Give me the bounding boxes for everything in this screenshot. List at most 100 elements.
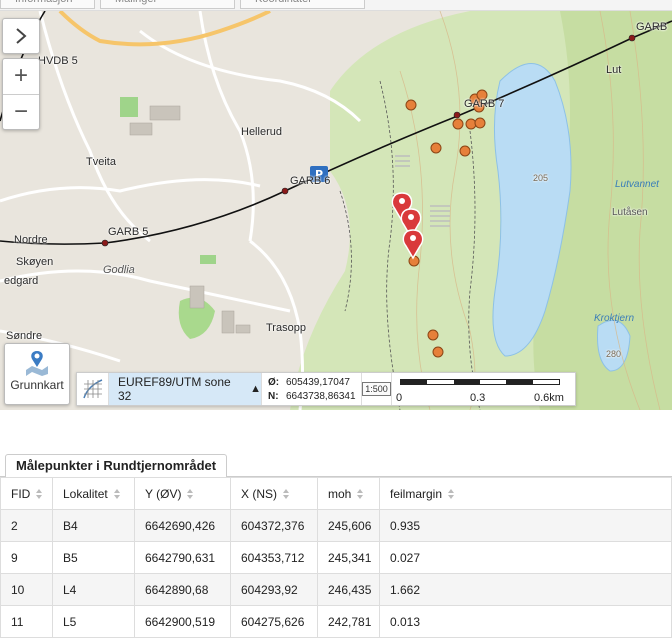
map-label-godlia: Godlia: [103, 264, 135, 276]
column-header-feilmargin[interactable]: feilmargin: [379, 477, 672, 510]
cell-fid: 10: [0, 573, 53, 606]
sort-icon: [187, 489, 194, 500]
dropdown-arrow-icon: ▲: [250, 383, 261, 395]
map-label-lutvannet: Lutvannet: [615, 179, 659, 190]
coordinate-readout: Ø: 605439,17047 N: 6643738,86341: [261, 373, 361, 405]
map-label-height-205: 205: [533, 173, 549, 183]
table-row[interactable]: 2 B4 6642690,426 604372,376 245,606 0.93…: [0, 509, 672, 542]
scale-tick: 0.3: [470, 392, 486, 404]
cell-fid: 9: [0, 541, 53, 574]
cell-lokalitet: B5: [52, 541, 135, 574]
cell-y: 6642690,426: [134, 509, 231, 542]
column-header-moh[interactable]: moh: [317, 477, 380, 510]
coord-north-value: 6643738,86341: [286, 391, 356, 402]
scale-tick: 0: [396, 392, 403, 404]
measurement-points-layer[interactable]: P: [0, 11, 672, 410]
scale-bar: 0 0.3 0.6km: [391, 373, 575, 405]
column-header-y[interactable]: Y (ØV): [134, 477, 231, 510]
map-label-tveita: Tveita: [86, 156, 116, 168]
map-label-hvdb5: HVDB 5: [38, 55, 78, 67]
sort-icon: [283, 489, 289, 500]
map-label-garb5: GARB 5: [108, 226, 149, 238]
tab-malepunkter[interactable]: Målepunkter i Rundtjernområdet: [5, 454, 228, 478]
sort-icon: [36, 489, 43, 500]
sort-icon: [448, 489, 455, 500]
cell-feilmargin: 0.935: [379, 509, 672, 542]
zoom-out-button[interactable]: −: [3, 93, 39, 130]
map-label-garb7: GARB 7: [464, 98, 505, 110]
map-label-sondre: Søndre: [6, 330, 43, 342]
map-label-garb6: GARB 6: [290, 175, 331, 187]
table-row[interactable]: 11 L5 6642900,519 604275,626 242,781 0.0…: [0, 605, 672, 638]
table-row[interactable]: 10 L4 6642890,68 604293,92 246,435 1.662: [0, 573, 672, 606]
coord-east-label: Ø:: [268, 377, 280, 388]
selected-pin-icon: [402, 229, 424, 260]
cell-moh: 242,781: [317, 605, 380, 638]
cell-y: 6642900,519: [134, 605, 231, 638]
scale-ratio-icon: 1:500: [362, 382, 391, 396]
cell-y: 6642890,68: [134, 573, 231, 606]
cell-lokalitet: B4: [52, 509, 135, 542]
cell-fid: 11: [0, 605, 53, 638]
crs-dropdown[interactable]: EUREF89/UTM sone 32 ▲: [109, 373, 261, 405]
measurement-point: [405, 99, 417, 111]
basemap-button[interactable]: Grunnkart: [4, 343, 70, 405]
measurement-point: [452, 118, 464, 130]
map-label-skoyen: Skøyen: [16, 256, 54, 268]
crs-value: EUREF89/UTM sone 32: [118, 375, 231, 403]
cell-feilmargin: 0.013: [379, 605, 672, 638]
map-label-trasopp: Trasopp: [266, 322, 306, 334]
top-tab-strip: Informasjon Målinger Koordinater: [0, 0, 672, 11]
tab-malinger[interactable]: Målinger: [100, 0, 235, 9]
cell-feilmargin: 1.662: [379, 573, 672, 606]
map-label-hellerud: Hellerud: [241, 126, 282, 138]
map-label-edgard: edgard: [4, 275, 39, 287]
cell-moh: 246,435: [317, 573, 380, 606]
cell-x: 604293,92: [230, 573, 318, 606]
table-header-row: FID Lokalitet Y (ØV) X (NS) moh feilmarg…: [0, 477, 672, 510]
measurement-table: FID Lokalitet Y (ØV) X (NS) moh feilmarg…: [0, 477, 672, 638]
zoom-in-button[interactable]: +: [3, 59, 39, 94]
map-label-garb-top: GARB: [636, 21, 668, 33]
tab-koordinater[interactable]: Koordinater: [240, 0, 365, 9]
toggle-panel-button[interactable]: [2, 18, 40, 54]
measurement-point: [474, 117, 486, 129]
map-label-lut: Lut: [606, 64, 622, 76]
basemap-label: Grunnkart: [10, 378, 64, 392]
measurement-point: [430, 142, 442, 154]
map-label-height-280: 280: [606, 349, 622, 359]
cell-moh: 245,341: [317, 541, 380, 574]
measurement-point: [465, 118, 477, 130]
zoom-control: + −: [2, 58, 40, 130]
cell-feilmargin: 0.027: [379, 541, 672, 574]
column-header-fid[interactable]: FID: [0, 477, 53, 510]
map-status-bar: EUREF89/UTM sone 32 ▲ Ø: 605439,17047 N: 6…: [76, 372, 576, 406]
table-row[interactable]: 9 B5 6642790,631 604353,712 245,341 0.02…: [0, 541, 672, 574]
measurement-point: [432, 346, 444, 358]
cell-fid: 2: [0, 509, 53, 542]
column-header-lokalitet[interactable]: Lokalitet: [52, 477, 135, 510]
sort-icon: [357, 489, 364, 500]
chevron-right-icon: [16, 28, 27, 44]
measurement-point: [459, 145, 471, 157]
map-label-kroktjern: Kroktjern: [594, 313, 635, 324]
map-canvas[interactable]: P HVDB 5 Hellerud Tveita GARB 6 GARB 5 G…: [0, 11, 672, 410]
coord-north-label: N:: [268, 391, 279, 402]
projection-icon: [77, 373, 109, 405]
cell-x: 604353,712: [230, 541, 318, 574]
coord-east-value: 605439,17047: [286, 377, 350, 388]
map-label-lutasen: Lutåsen: [612, 207, 648, 218]
scale-toggle-button[interactable]: 1:500: [361, 373, 391, 405]
tab-informasjon[interactable]: Informasjon: [0, 0, 95, 9]
cell-lokalitet: L4: [52, 573, 135, 606]
cell-x: 604275,626: [230, 605, 318, 638]
cell-lokalitet: L5: [52, 605, 135, 638]
cell-y: 6642790,631: [134, 541, 231, 574]
measurement-point: [427, 329, 439, 341]
map-label-nordre: Nordre: [14, 234, 48, 246]
cell-x: 604372,376: [230, 509, 318, 542]
panel-tab-bar: Målepunkter i Rundtjernområdet: [0, 449, 672, 478]
sort-icon: [113, 489, 120, 500]
map-pin-icon: [26, 351, 48, 376]
column-header-x[interactable]: X (NS): [230, 477, 318, 510]
